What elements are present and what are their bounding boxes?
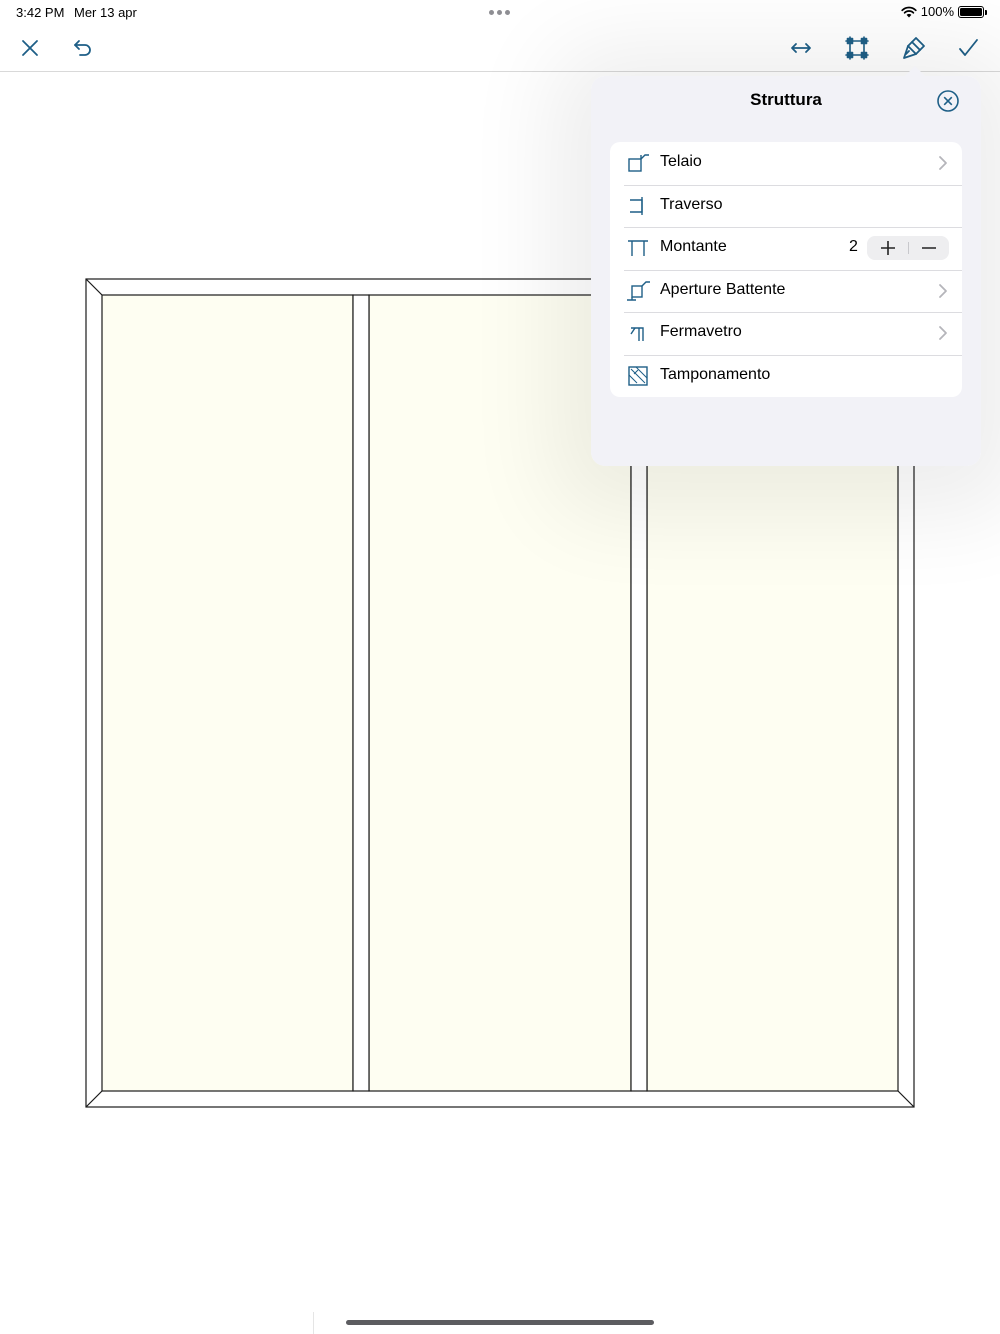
popover-close-button[interactable] [936, 89, 960, 113]
status-right: 100% [901, 4, 987, 19]
close-button[interactable] [14, 32, 46, 64]
undo-icon [74, 40, 91, 56]
paint-brush-icon [903, 37, 925, 59]
chevron-right-icon [938, 325, 948, 341]
app-window: 3:42 PM Mer 13 apr 100% Struttura Telaio… [0, 0, 1000, 1334]
list-item-label: Aperture Battente [660, 280, 786, 298]
list-item-aperture-battente[interactable]: Aperture Battente [610, 269, 962, 313]
popover-title: Struttura [750, 90, 822, 109]
list-item-label: Telaio [660, 153, 702, 170]
plus-icon [880, 241, 895, 255]
checkmark-icon [959, 39, 978, 56]
aperture-battente-icon [626, 280, 650, 302]
tamponamento-icon [626, 365, 650, 387]
transform-icon [845, 36, 869, 60]
fermavetro-icon [626, 322, 650, 344]
increment-button[interactable] [867, 236, 908, 260]
list-item-label: Montante [660, 238, 727, 255]
status-time: 3:42 PM [16, 5, 65, 20]
montante-count: 2 [849, 238, 858, 255]
chevron-right-icon [938, 283, 948, 299]
list-item-label: Traverso [660, 195, 723, 213]
list-item-fermavetro[interactable]: Fermavetro [610, 312, 962, 355]
list-item-tamponamento[interactable]: Tamponamento [610, 354, 962, 398]
home-indicator[interactable] [346, 1320, 654, 1325]
resize-horizontal-icon [791, 43, 811, 53]
list-item-telaio[interactable]: Telaio [610, 142, 962, 185]
transform-button[interactable] [841, 32, 873, 64]
battery-icon [958, 5, 987, 18]
montante-icon [626, 237, 650, 259]
done-button[interactable] [952, 32, 984, 64]
divider [313, 1312, 314, 1334]
minus-icon [921, 247, 936, 249]
multitasking-dots-icon[interactable] [489, 10, 510, 15]
list-item-label: Tamponamento [660, 365, 771, 383]
traverso-icon [626, 195, 650, 217]
toolbar [0, 24, 1000, 72]
close-circle-icon [937, 90, 959, 112]
close-icon [22, 40, 38, 56]
telaio-icon [626, 152, 650, 174]
decrement-button[interactable] [908, 236, 949, 260]
wifi-icon [901, 6, 917, 17]
montante-stepper[interactable] [867, 236, 949, 260]
list-item-montante: Montante 2 [610, 227, 962, 270]
struttura-list: Telaio Traverso Montante 2 Aperture Batt… [610, 142, 962, 397]
status-date: Mer 13 apr [74, 5, 137, 20]
undo-button[interactable] [67, 32, 99, 64]
paint-brush-button[interactable] [898, 32, 930, 64]
struttura-popover: Struttura Telaio Traverso Montante 2 Ape… [591, 76, 981, 466]
resize-horizontal-button[interactable] [785, 32, 817, 64]
list-item-label: Fermavetro [660, 323, 742, 340]
mullion-1[interactable] [352, 294, 370, 1092]
glass-panel-left[interactable] [101, 294, 354, 1092]
chevron-right-icon [938, 155, 948, 171]
list-item-traverso[interactable]: Traverso [610, 184, 962, 228]
status-bar: 3:42 PM Mer 13 apr 100% [0, 0, 1000, 24]
battery-percent: 100% [920, 4, 954, 19]
